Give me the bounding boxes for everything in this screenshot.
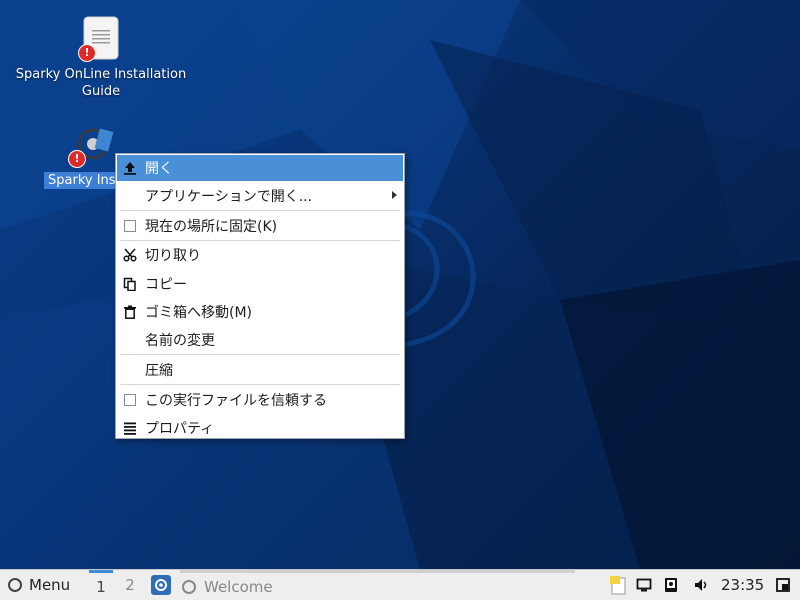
menu-button[interactable]: Menu bbox=[6, 570, 70, 600]
warning-badge-icon: ! bbox=[78, 44, 96, 62]
taskbar-window-welcome[interactable]: Welcome bbox=[180, 570, 575, 600]
document-icon: ! bbox=[78, 16, 121, 62]
display-icon[interactable] bbox=[634, 570, 654, 600]
window-title: Welcome bbox=[204, 577, 273, 596]
menu-separator bbox=[120, 210, 400, 211]
desktop-icon-guide[interactable]: ! Sparky OnLine Installation Guide bbox=[10, 16, 192, 100]
menu-item-label: 現在の場所に固定(K) bbox=[145, 219, 278, 235]
menu-item-pin[interactable]: 現在の場所に固定(K) bbox=[117, 213, 403, 239]
menu-item-open[interactable]: 開く bbox=[117, 155, 403, 181]
volume-icon[interactable] bbox=[691, 570, 711, 600]
menu-item-label: ゴミ箱へ移動(M) bbox=[145, 305, 253, 321]
submenu-arrow-icon bbox=[392, 191, 397, 199]
sparky-welcome-icon bbox=[151, 575, 171, 595]
open-icon bbox=[117, 155, 143, 181]
menu-button-label: Menu bbox=[29, 576, 71, 594]
taskbar: Menu 1 2 Welcome 23:35 bbox=[0, 569, 800, 600]
menu-item-trust-executable[interactable]: この実行ファイルを信頼する bbox=[117, 387, 403, 413]
menu-item-compress[interactable]: 圧縮 bbox=[117, 357, 403, 383]
clock[interactable]: 23:35 bbox=[721, 570, 764, 600]
menu-item-rename[interactable]: 名前の変更 bbox=[117, 327, 403, 353]
show-desktop-icon[interactable] bbox=[773, 570, 793, 600]
menu-item-copy[interactable]: コピー bbox=[117, 271, 403, 297]
sparky-logo-icon bbox=[182, 579, 196, 594]
warning-badge-icon: ! bbox=[68, 150, 86, 168]
welcome-launcher[interactable] bbox=[150, 570, 172, 600]
menu-item-properties[interactable]: プロパティ bbox=[117, 415, 403, 441]
menu-separator bbox=[120, 354, 400, 355]
desktop[interactable]: ! Sparky OnLine Installation Guide ! Spa… bbox=[0, 0, 800, 569]
menu-item-label: 名前の変更 bbox=[145, 333, 215, 349]
menu-separator bbox=[120, 384, 400, 385]
menu-item-label: 切り取り bbox=[145, 248, 201, 264]
notes-icon[interactable] bbox=[608, 570, 628, 600]
sparky-installer-icon: ! bbox=[68, 122, 114, 168]
properties-icon bbox=[117, 415, 143, 441]
trash-icon bbox=[117, 299, 143, 325]
menu-item-label: この実行ファイルを信頼する bbox=[145, 393, 327, 409]
workspace-2[interactable]: 2 bbox=[118, 570, 142, 600]
menu-item-open-with[interactable]: アプリケーションで開く... bbox=[117, 183, 403, 209]
menu-item-label: コピー bbox=[145, 277, 187, 293]
workspace-1[interactable]: 1 bbox=[89, 570, 113, 600]
menu-item-cut[interactable]: 切り取り bbox=[117, 242, 403, 268]
checkbox-icon[interactable] bbox=[124, 220, 136, 232]
checkbox-icon[interactable] bbox=[124, 394, 136, 406]
menu-item-trash[interactable]: ゴミ箱へ移動(M) bbox=[117, 299, 403, 325]
menu-separator bbox=[120, 240, 400, 241]
scissors-icon bbox=[117, 242, 143, 268]
context-menu: 開く アプリケーションで開く... 現在の場所に固定(K) 切り取り コピー ゴ… bbox=[115, 153, 405, 439]
copy-icon bbox=[117, 271, 143, 297]
menu-item-label: アプリケーションで開く... bbox=[145, 189, 313, 205]
menu-item-label: プロパティ bbox=[145, 421, 215, 437]
sparky-logo-icon bbox=[8, 578, 22, 592]
device-icon[interactable] bbox=[661, 570, 681, 600]
desktop-icon-label: Sparky OnLine Installation Guide bbox=[15, 67, 187, 99]
menu-item-label: 圧縮 bbox=[145, 363, 173, 379]
menu-item-label: 開く bbox=[145, 161, 173, 177]
